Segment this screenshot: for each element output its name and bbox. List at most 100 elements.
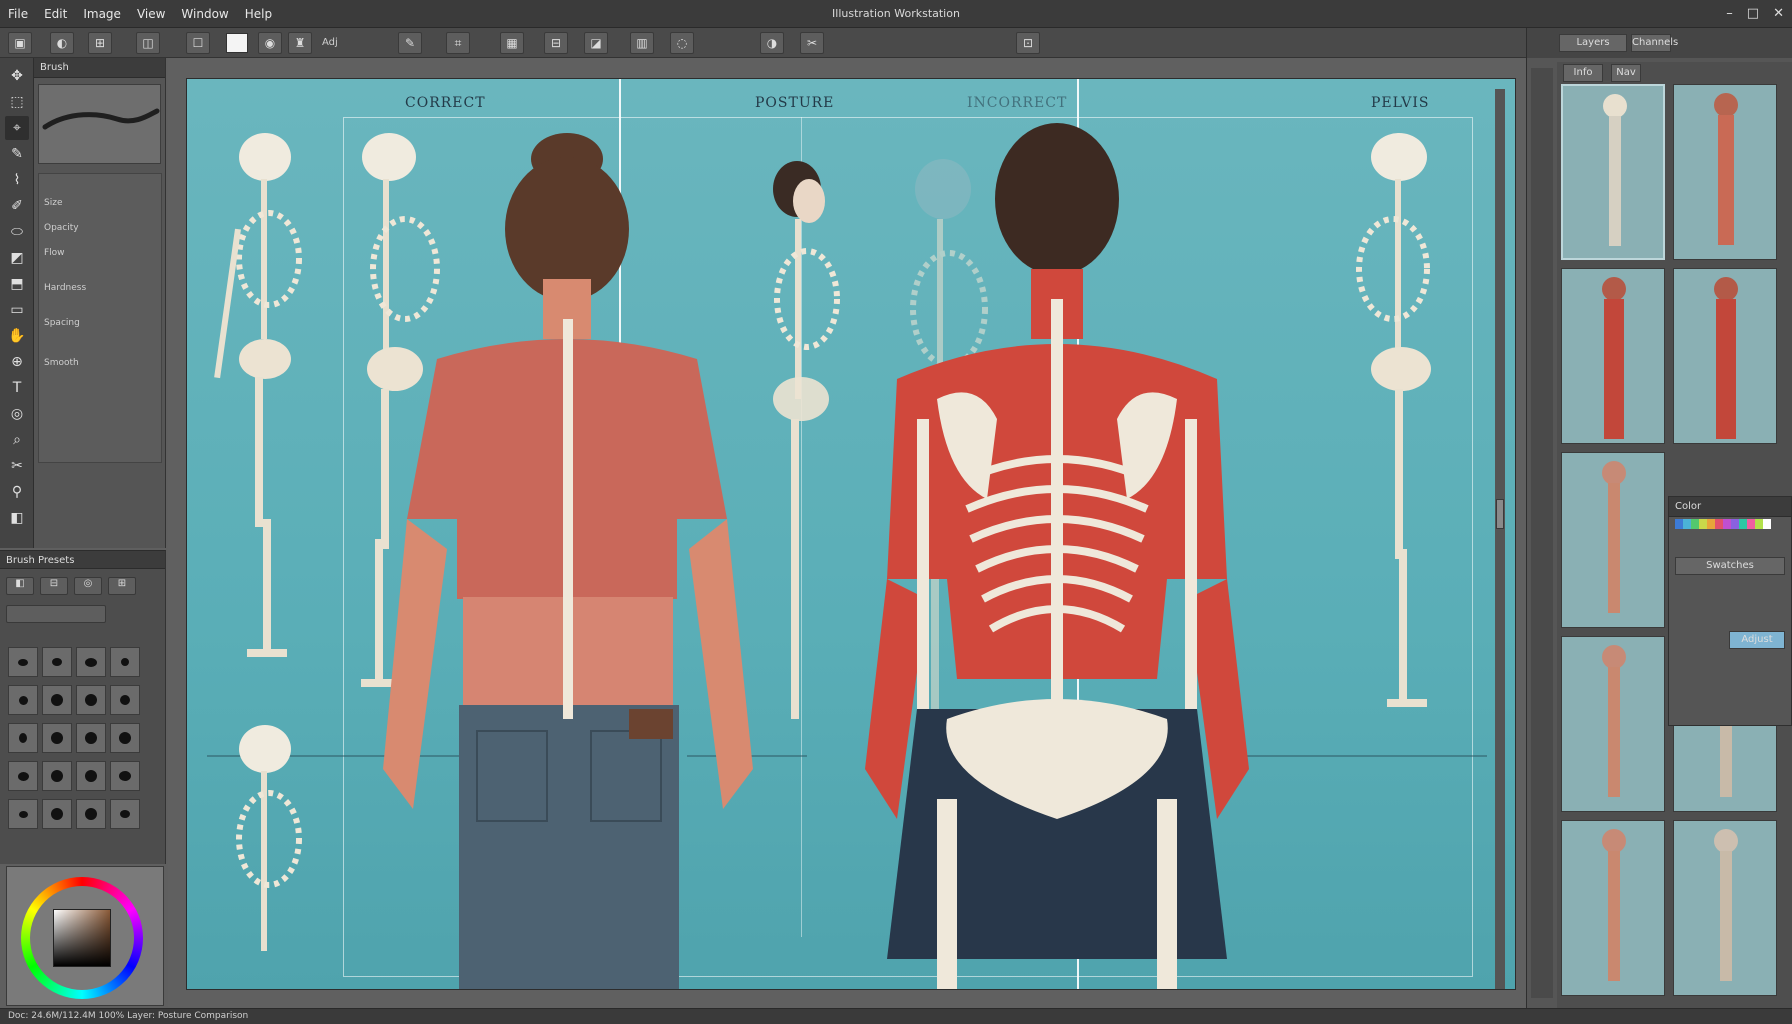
brush-tip[interactable] bbox=[110, 685, 140, 715]
type-tool-icon[interactable]: T bbox=[5, 376, 29, 400]
swatch[interactable] bbox=[1747, 519, 1755, 529]
brush-tip[interactable] bbox=[8, 761, 38, 791]
layer-thumbnail-1[interactable] bbox=[1561, 84, 1665, 260]
columns-icon[interactable]: ▥ bbox=[630, 32, 654, 54]
brush-tip[interactable] bbox=[110, 799, 140, 829]
mode-button[interactable]: ◫ bbox=[136, 32, 160, 54]
layer-thumbnail-8[interactable] bbox=[1561, 820, 1665, 996]
swatch[interactable] bbox=[1763, 519, 1771, 529]
brush-tip[interactable] bbox=[8, 799, 38, 829]
adjust-label[interactable]: Adj bbox=[322, 37, 338, 48]
layer-thumbnail-2[interactable] bbox=[1673, 84, 1777, 260]
brush-tip[interactable] bbox=[42, 723, 72, 753]
crop-icon[interactable]: ⊡ bbox=[1016, 32, 1040, 54]
opacity-icon[interactable]: ◉ bbox=[258, 32, 282, 54]
frame-button[interactable]: ☐ bbox=[186, 32, 210, 54]
layer-thumbnail-9[interactable] bbox=[1673, 820, 1777, 996]
brush-tip[interactable] bbox=[42, 647, 72, 677]
menu-item-file[interactable]: File bbox=[8, 7, 28, 21]
pen-icon[interactable]: ✎ bbox=[398, 32, 422, 54]
marquee-tool-icon[interactable]: ⬚ bbox=[5, 90, 29, 114]
grid-icon[interactable]: ⌗ bbox=[446, 32, 470, 54]
cut-icon[interactable]: ✂ bbox=[800, 32, 824, 54]
canvas-scroll-thumb[interactable] bbox=[1496, 499, 1504, 529]
canvas-vertical-scrollbar[interactable] bbox=[1495, 89, 1505, 989]
swatch[interactable] bbox=[1675, 519, 1683, 529]
menu-item-edit[interactable]: Edit bbox=[44, 7, 67, 21]
brush-tip[interactable] bbox=[8, 647, 38, 677]
preset-chip-1[interactable]: ◧ bbox=[6, 577, 34, 595]
brush-tip[interactable] bbox=[76, 761, 106, 791]
adjust-button[interactable]: Adjust bbox=[1729, 631, 1785, 649]
brush-tip[interactable] bbox=[110, 647, 140, 677]
close-button[interactable]: ✕ bbox=[1773, 6, 1784, 21]
brush-tip[interactable] bbox=[76, 799, 106, 829]
tab-channels[interactable]: Channels bbox=[1631, 34, 1678, 52]
tab-layers[interactable]: Layers bbox=[1559, 34, 1627, 52]
menu-item-help[interactable]: Help bbox=[245, 7, 272, 21]
tab-info[interactable]: Info bbox=[1563, 64, 1603, 82]
search-tool-icon[interactable]: ⌕ bbox=[5, 428, 29, 452]
swatch[interactable] bbox=[1739, 519, 1747, 529]
brush-tip[interactable] bbox=[76, 723, 106, 753]
transform-icon[interactable]: ◪ bbox=[584, 32, 608, 54]
brush-tip[interactable] bbox=[8, 723, 38, 753]
swatch-palette[interactable] bbox=[1675, 519, 1771, 529]
layer-thumbnail-6[interactable] bbox=[1561, 636, 1665, 812]
menu-item-view[interactable]: View bbox=[137, 7, 165, 21]
lasso-tool-icon[interactable]: ⌖ bbox=[5, 116, 29, 140]
maximize-button[interactable]: □ bbox=[1747, 6, 1759, 21]
preset-chip-4[interactable]: ⊞ bbox=[108, 577, 136, 595]
brush-tip[interactable] bbox=[42, 761, 72, 791]
brush-tip[interactable] bbox=[8, 685, 38, 715]
tool-preset-button[interactable]: ◐ bbox=[50, 32, 74, 54]
pencil-tool-icon[interactable]: ⌇ bbox=[5, 168, 29, 192]
preset-chip-2[interactable]: ⊟ bbox=[40, 577, 68, 595]
swatch[interactable] bbox=[1691, 519, 1699, 529]
brush-tip[interactable] bbox=[110, 761, 140, 791]
menu-item-window[interactable]: Window bbox=[181, 7, 228, 21]
brush-picker-button[interactable]: ⊞ bbox=[88, 32, 112, 54]
swatches-tab[interactable]: Swatches bbox=[1675, 557, 1785, 575]
tab-nav[interactable]: Nav bbox=[1611, 64, 1641, 82]
prop-size[interactable]: Size bbox=[44, 198, 62, 208]
eraser-tool-icon[interactable]: ⬭ bbox=[5, 220, 29, 244]
right-panel-scrollbar[interactable] bbox=[1531, 68, 1553, 998]
contrast-icon[interactable]: ◑ bbox=[760, 32, 784, 54]
artboard[interactable]: CORRECT POSTURE INCORRECT PELVIS bbox=[186, 78, 1516, 990]
layer-thumbnail-5[interactable] bbox=[1561, 452, 1665, 628]
bucket-tool-icon[interactable]: ⬒ bbox=[5, 272, 29, 296]
swatch[interactable] bbox=[1723, 519, 1731, 529]
color-wheel[interactable] bbox=[21, 877, 143, 999]
blur-tool-icon[interactable]: ◎ bbox=[5, 402, 29, 426]
brush-tip[interactable] bbox=[76, 685, 106, 715]
brush-tip[interactable] bbox=[42, 685, 72, 715]
brush-options-bar[interactable] bbox=[6, 605, 106, 623]
clone-tool-icon[interactable]: ✐ bbox=[5, 194, 29, 218]
swatch[interactable] bbox=[1683, 519, 1691, 529]
home-icon[interactable]: ▣ bbox=[8, 32, 32, 54]
hand-tool-icon[interactable]: ✋ bbox=[5, 324, 29, 348]
brush-tip[interactable] bbox=[76, 647, 106, 677]
pin-tool-icon[interactable]: ⚲ bbox=[5, 480, 29, 504]
zoom-tool-icon[interactable]: ⊕ bbox=[5, 350, 29, 374]
lasso-icon[interactable]: ◌ bbox=[670, 32, 694, 54]
color-picker-square[interactable] bbox=[53, 909, 111, 967]
quickmask-tool-icon[interactable]: ◧ bbox=[5, 506, 29, 530]
swatch[interactable] bbox=[1715, 519, 1723, 529]
table-icon[interactable]: ⊟ bbox=[544, 32, 568, 54]
swatch[interactable] bbox=[1755, 519, 1763, 529]
minimize-button[interactable]: – bbox=[1726, 6, 1733, 21]
layer-thumbnail-4[interactable] bbox=[1673, 268, 1777, 444]
layer-thumbnail-3[interactable] bbox=[1561, 268, 1665, 444]
shirt-icon[interactable]: ♜ bbox=[288, 32, 312, 54]
prop-hardness[interactable]: Hardness bbox=[44, 283, 86, 293]
preset-chip-3[interactable]: ◎ bbox=[74, 577, 102, 595]
gradient-tool-icon[interactable]: ◩ bbox=[5, 246, 29, 270]
brush-tool-icon[interactable]: ✎ bbox=[5, 142, 29, 166]
prop-flow[interactable]: Flow bbox=[44, 248, 65, 258]
brush-tip[interactable] bbox=[110, 723, 140, 753]
menu-item-image[interactable]: Image bbox=[83, 7, 121, 21]
foreground-swatch[interactable] bbox=[226, 33, 248, 53]
brush-tip[interactable] bbox=[42, 799, 72, 829]
